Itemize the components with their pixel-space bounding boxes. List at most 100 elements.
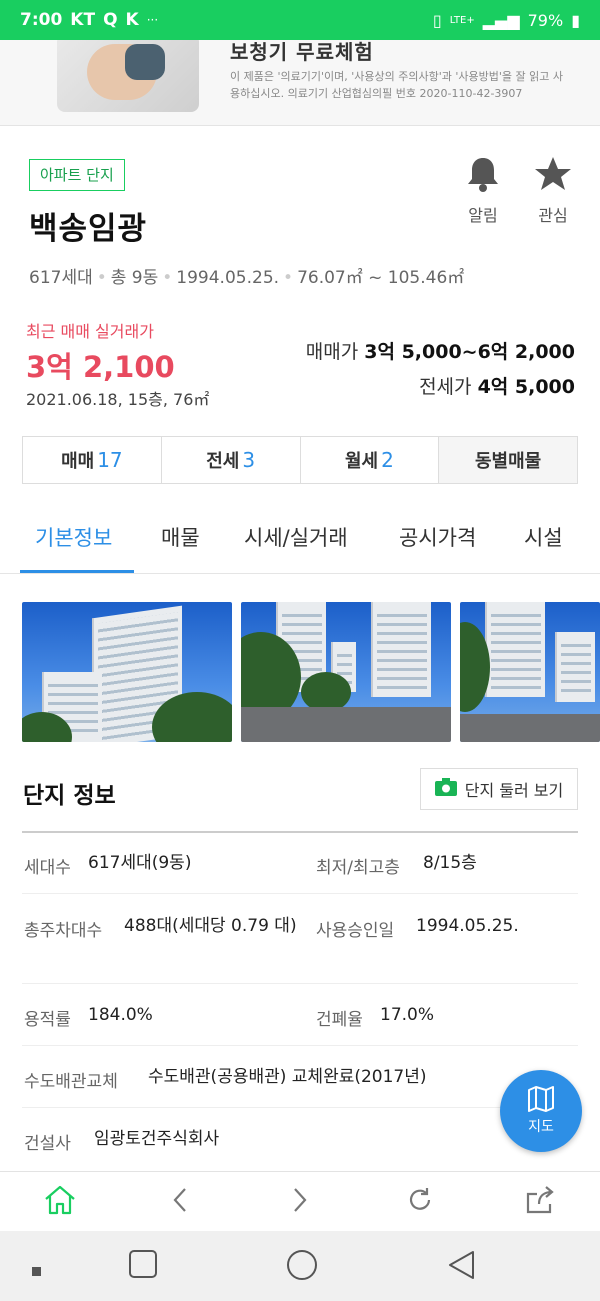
signal-icon: ▂▄▆ [482, 10, 520, 30]
jeonse-price-value: 4억 5,000 [477, 376, 575, 398]
recent-trade-price: 3억 2,100 [26, 350, 175, 384]
home-button[interactable] [40, 1185, 80, 1219]
builder-value: 임광토건주식회사 [94, 1129, 220, 1149]
building-coverage-value: 17.0% [380, 1005, 435, 1025]
households-label: 세대수 [24, 858, 71, 878]
divider [22, 983, 578, 984]
complex-photo[interactable] [460, 602, 600, 742]
tab-official-price[interactable]: 공시가격 [399, 522, 476, 552]
status-time: 7:00 [20, 10, 63, 30]
alarm-button[interactable]: 알림 [453, 154, 513, 226]
battery-icon: ▮ [571, 10, 580, 30]
system-home-button[interactable] [286, 1249, 318, 1285]
builder-label: 건설사 [24, 1134, 71, 1154]
approval-date-label: 사용승인일 [316, 921, 395, 941]
chevron-left-icon [171, 1186, 189, 1218]
vibrate-icon: ▯ [432, 10, 442, 30]
alarm-label: 알림 [468, 206, 498, 225]
system-navigation-bar [0, 1231, 600, 1301]
floor-area-ratio-label: 용적률 [24, 1010, 71, 1030]
meta-buildings: 총 9동 [110, 268, 159, 288]
parking-value: 488대(세대당 0.79 대) [124, 916, 297, 936]
ad-description: 이 제품은 '의료기기'이며, '사용상의 주의사항'과 '사용방법'을 잘 읽… [230, 70, 563, 100]
tab-facilities[interactable]: 시설 [524, 522, 563, 552]
listing-tab-label: 매매 [61, 451, 95, 472]
recent-apps-icon [128, 1250, 158, 1283]
divider [22, 1107, 578, 1108]
divider [22, 831, 578, 833]
meta-approval-date: 1994.05.25. [176, 268, 280, 288]
active-tab-indicator [20, 570, 134, 573]
approval-date-value: 1994.05.25. [416, 916, 519, 936]
pipe-replacement-value: 수도배관(공용배관) 교체완료(2017년) [148, 1067, 427, 1087]
listing-tab-label: 전세 [206, 451, 240, 472]
recent-apps-button[interactable] [128, 1249, 158, 1283]
network-type: LTE+ [449, 14, 475, 26]
listing-tab-label: 동별매물 [475, 451, 542, 472]
listing-tab-count: 17 [97, 448, 123, 472]
more-notifications-indicator: ··· [146, 13, 159, 27]
listing-tab-count: 3 [242, 448, 256, 472]
building-coverage-label: 건폐율 [316, 1010, 363, 1030]
favorite-button[interactable]: 관심 [523, 154, 583, 226]
meta-households: 617세대 [29, 268, 93, 288]
circle-home-icon [286, 1250, 318, 1285]
share-icon [525, 1186, 555, 1218]
ad-banner[interactable]: 보청기 무료체험 이 제품은 '의료기기'이며, '사용상의 주의사항'과 '사… [0, 40, 600, 126]
complex-name: 백송임광 [29, 211, 148, 247]
recent-trade-details: 2021.06.18, 15층, 76㎡ [26, 390, 210, 409]
pipe-replacement-label: 수도배관교체 [24, 1072, 118, 1092]
complex-info-title: 단지 정보 [23, 783, 116, 809]
floors-value: 8/15층 [423, 853, 477, 873]
meta-area-range: 76.07㎡ ~ 105.46㎡ [297, 268, 465, 288]
listing-tab-monthly[interactable]: 월세 2 [301, 437, 440, 483]
jeonse-price-range: 전세가 4억 5,000 [419, 372, 575, 399]
map-button[interactable]: 지도 [500, 1070, 582, 1152]
browser-toolbar [0, 1171, 600, 1231]
chevron-right-icon [291, 1186, 309, 1218]
system-back-button[interactable] [446, 1249, 476, 1285]
bell-icon [453, 154, 513, 196]
triangle-back-icon [446, 1251, 476, 1285]
nav-dot-icon [32, 1262, 42, 1281]
listing-type-tabs: 매매 17 전세 3 월세 2 동별매물 [22, 436, 578, 484]
tab-basic-info[interactable]: 기본정보 [35, 522, 112, 552]
back-button[interactable] [160, 1186, 200, 1218]
listing-tab-by-building[interactable]: 동별매물 [439, 437, 577, 483]
listing-tab-sale[interactable]: 매매 17 [23, 437, 162, 483]
tab-price-trades[interactable]: 시세/실거래 [244, 522, 348, 552]
tab-listings[interactable]: 매물 [161, 522, 200, 552]
listing-tab-label: 월세 [344, 451, 379, 472]
households-value: 617세대(9동) [88, 853, 192, 873]
ad-title: 보청기 무료체험 [230, 40, 374, 64]
favorite-label: 관심 [538, 206, 568, 225]
map-icon [527, 1086, 555, 1116]
section-tabs: 기본정보 매물 시세/실거래 공시가격 시설 [0, 504, 600, 574]
complex-meta: 617세대 • 총 9동 • 1994.05.25. • 76.07㎡ ~ 105.46㎡ [29, 268, 465, 288]
complex-tour-button[interactable]: 단지 둘러 보기 [420, 768, 578, 810]
star-icon [523, 154, 583, 196]
forward-button[interactable] [280, 1186, 320, 1218]
camera-icon [434, 778, 457, 800]
sale-price-range: 매매가 3억 5,000~6억 2,000 [306, 337, 575, 364]
ad-image [57, 40, 199, 112]
divider [22, 1045, 578, 1046]
floors-label: 최저/최고층 [316, 858, 400, 878]
carrier-label: KT [70, 10, 96, 30]
parking-label: 총주차대수 [24, 921, 103, 941]
share-button[interactable] [520, 1186, 560, 1218]
refresh-button[interactable] [400, 1186, 440, 1218]
listing-tab-jeonse[interactable]: 전세 3 [162, 437, 301, 483]
floor-area-ratio-value: 184.0% [88, 1005, 153, 1025]
complex-photo[interactable] [241, 602, 451, 742]
status-bar: 7:00 KT Q K ··· ▯ LTE+ ▂▄▆ 79% ▮ [0, 0, 600, 40]
complex-tour-label: 단지 둘러 보기 [464, 781, 564, 800]
sale-price-value: 3억 5,000~6억 2,000 [364, 341, 575, 363]
sale-price-label: 매매가 [305, 341, 359, 363]
divider [22, 893, 578, 894]
home-icon [43, 1185, 77, 1219]
complex-photo[interactable] [22, 602, 232, 742]
listing-tab-count: 2 [381, 448, 394, 472]
refresh-icon [406, 1186, 434, 1218]
complex-type-tag: 아파트 단지 [29, 159, 125, 191]
